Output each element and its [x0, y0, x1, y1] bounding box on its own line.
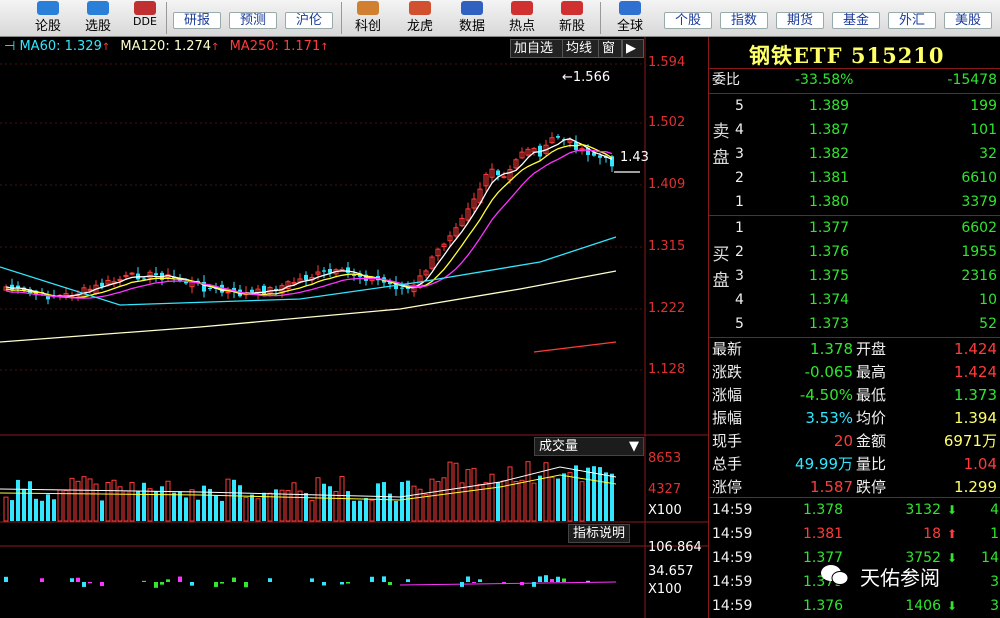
security-title: 钢铁ETF 515210: [749, 43, 945, 68]
tick-direction-icon: ⬆: [946, 527, 957, 541]
lungu-icon[interactable]: 论股: [30, 1, 66, 35]
ask-row-1[interactable]: 1 1.380 3379: [709, 191, 1000, 214]
stat-row: 总手 49.99万 量比 1.04: [712, 455, 997, 473]
kechuang-icon[interactable]: 科创: [350, 1, 386, 35]
ma60-value: MA60: 1.329: [19, 39, 102, 54]
xingu-icon[interactable]: 新股: [554, 1, 590, 35]
ask-row-2[interactable]: 2 1.381 6610: [709, 167, 1000, 190]
stat-row: 涨跌 -0.065 最高 1.424: [712, 363, 997, 381]
watermark: 天佑参阅: [820, 560, 1000, 592]
toolbar: 论股 选股 DDE 研报 预测 沪伦 科创 龙虎 数据 热点 新股 全球 个股 …: [0, 0, 1000, 37]
shuju-icon[interactable]: 数据: [454, 1, 490, 35]
meigu-button[interactable]: 美股: [944, 12, 992, 29]
price-tick: 1.222: [648, 301, 686, 316]
indicator-tick: 34.657: [648, 564, 694, 579]
stat-row: 涨幅 -4.50% 最低 1.373: [712, 386, 997, 404]
indicator-help-button[interactable]: 指标说明: [568, 524, 631, 543]
bid-row-1[interactable]: 1 1.377 6602: [709, 217, 1000, 240]
bid-row-4[interactable]: 4 1.374 10: [709, 289, 1000, 312]
chart-area[interactable]: ⊣ MA60: 1.329↑ MA120: 1.274↑ MA250: 1.17…: [0, 37, 708, 618]
quote-panel: 钢铁ETF 515210 委比 -33.58% -15478 卖盘 5 1.38…: [708, 37, 1000, 618]
tick-row: 14:59 1.376 1406 ⬇ 3: [709, 595, 1000, 618]
bid-row-3[interactable]: 3 1.375 2316: [709, 265, 1000, 288]
next-arrow-icon[interactable]: ▶: [622, 39, 644, 58]
tick-row: 14:59 1.381 18 ⬆ 1: [709, 523, 1000, 546]
ma-legend: ⊣ MA60: 1.329↑ MA120: 1.274↑ MA250: 1.17…: [4, 39, 329, 54]
stat-row: 振幅 3.53% 均价 1.394: [712, 409, 997, 427]
price-tick: 1.594: [648, 55, 686, 70]
qihuo-button[interactable]: 期货: [776, 12, 824, 29]
hulun-button[interactable]: 沪伦: [285, 12, 333, 29]
bid-row-2[interactable]: 2 1.376 1955: [709, 241, 1000, 264]
tick-row: 14:59 1.378 3132 ⬇ 4: [709, 499, 1000, 522]
waihui-button[interactable]: 外汇: [888, 12, 936, 29]
redian-icon[interactable]: 热点: [504, 1, 540, 35]
bid-row-5[interactable]: 5 1.373 52: [709, 313, 1000, 336]
volume-tick: 8653: [648, 451, 682, 466]
window-button[interactable]: 窗: [598, 39, 622, 58]
ask-row-4[interactable]: 4 1.387 101: [709, 119, 1000, 142]
yanbao-button[interactable]: 研报: [173, 12, 221, 29]
ma120-value: MA120: 1.274: [120, 39, 212, 54]
volume-unit: X100: [648, 503, 682, 518]
yuce-button[interactable]: 预测: [229, 12, 277, 29]
ma-toggle-button[interactable]: 均线: [562, 39, 600, 58]
gegu-button[interactable]: 个股: [664, 12, 712, 29]
wechat-icon: [821, 565, 849, 585]
last-marker: 1.43: [620, 150, 649, 165]
volume-tick: 4327: [648, 482, 682, 497]
volume-label[interactable]: 成交量 ▼: [534, 437, 644, 456]
stat-row: 现手 20 金额 6971万: [712, 432, 997, 450]
ask-row-3[interactable]: 3 1.382 32: [709, 143, 1000, 166]
price-tick: 1.502: [648, 115, 686, 130]
price-tick: 1.315: [648, 239, 686, 254]
tick-direction-icon: ⬇: [946, 503, 957, 517]
weibi-row: 委比 -33.58% -15478: [712, 72, 997, 88]
ma250-value: MA250: 1.171: [229, 39, 321, 54]
quanqiu-icon[interactable]: 全球: [612, 1, 648, 35]
dde-icon[interactable]: DDE: [128, 1, 162, 35]
high-marker: ←1.566: [562, 70, 611, 85]
zhishu-button[interactable]: 指数: [720, 12, 768, 29]
ask-row-5[interactable]: 5 1.389 199: [709, 95, 1000, 118]
price-tick: 1.409: [648, 177, 686, 192]
price-tick: 1.128: [648, 362, 686, 377]
stat-row: 最新 1.378 开盘 1.424: [712, 340, 997, 358]
jijin-button[interactable]: 基金: [832, 12, 880, 29]
indicator-tick: 106.864: [648, 540, 702, 555]
longhu-icon[interactable]: 龙虎: [402, 1, 438, 35]
add-watchlist-button[interactable]: 加自选: [510, 39, 564, 58]
stat-row: 涨停 1.587 跌停 1.299: [712, 478, 997, 496]
tick-direction-icon: ⬇: [946, 599, 957, 613]
indicator-unit: X100: [648, 582, 682, 597]
xuangu-icon[interactable]: 选股: [80, 1, 116, 35]
